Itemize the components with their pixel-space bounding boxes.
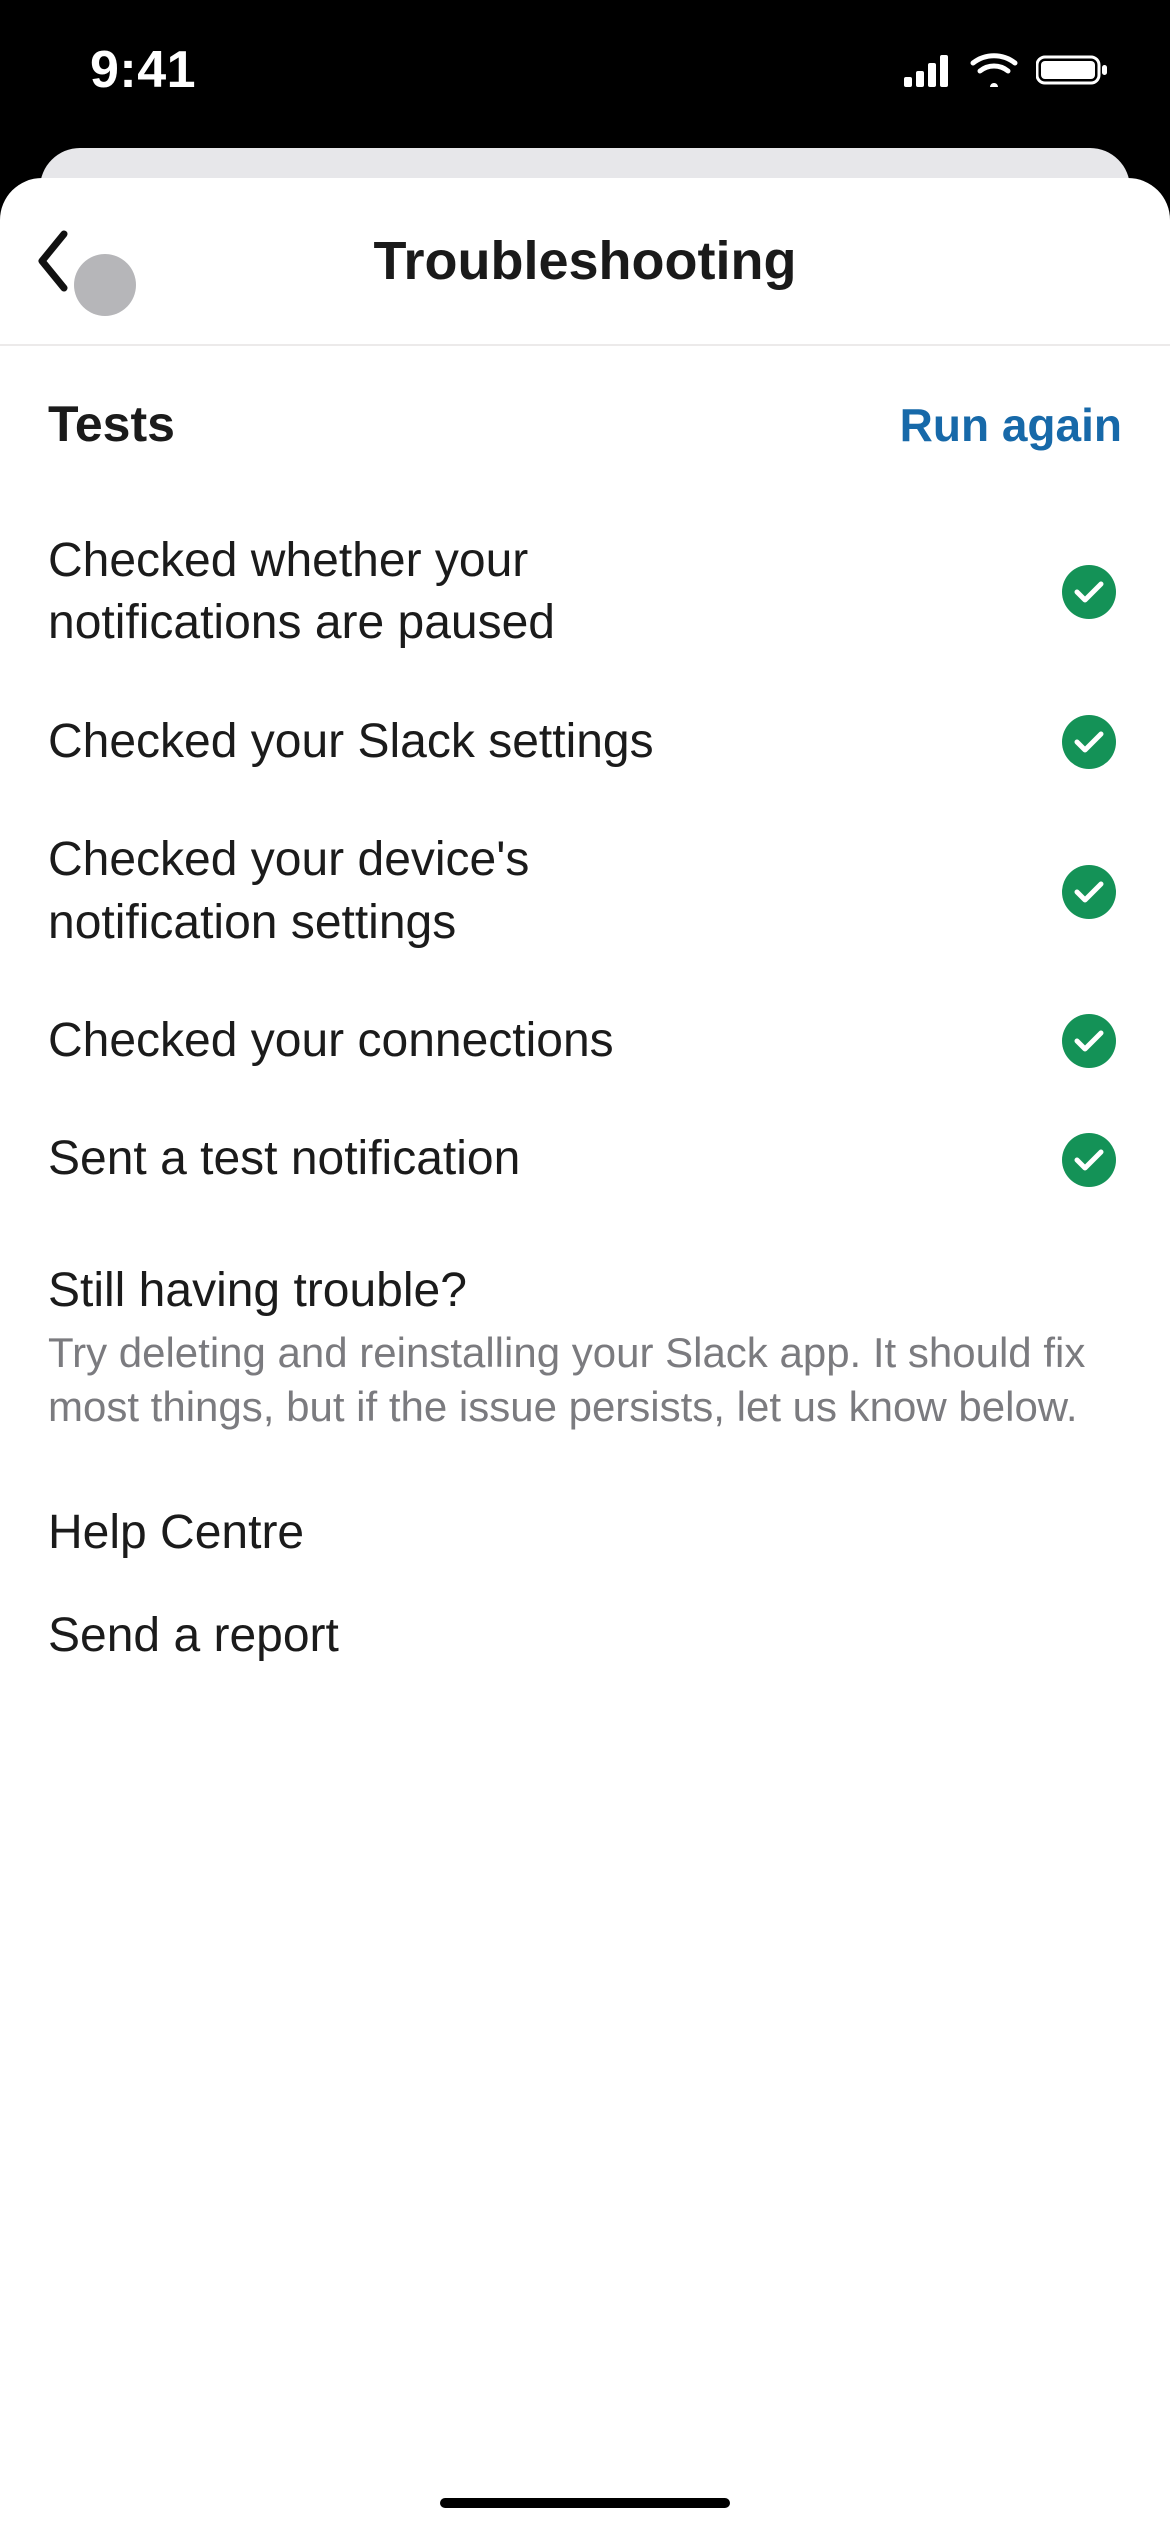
tests-section-header: Tests Run again [48,390,1122,460]
nav-header: Troubleshooting [0,178,1170,346]
battery-icon [1036,53,1110,87]
help-centre-button[interactable]: Help Centre [48,1481,1122,1584]
test-row: Checked your connections [48,984,1122,1102]
back-touch-indicator [74,254,136,316]
test-label: Checked your device's notification setti… [48,829,668,954]
page-title: Troubleshooting [374,230,797,292]
action-list: Help Centre Send a report [48,1481,1122,1687]
test-row: Sent a test notification [48,1102,1122,1220]
chevron-left-icon [34,228,74,294]
tests-list: Checked whether your notifications are p… [48,504,1122,1221]
status-bar: 9:41 [0,0,1170,140]
test-row: Checked whether your notifications are p… [48,504,1122,685]
test-label: Sent a test notification [48,1128,520,1190]
test-label: Checked whether your notifications are p… [48,530,608,655]
back-button[interactable] [34,206,144,316]
sheet: Troubleshooting Tests Run again Checked … [0,178,1170,2532]
status-time: 9:41 [90,40,196,100]
test-row: Checked your Slack settings [48,685,1122,803]
status-icons [904,53,1110,87]
test-label: Checked your Slack settings [48,711,654,773]
send-report-button[interactable]: Send a report [48,1584,1122,1687]
trouble-title: Still having trouble? [48,1263,1122,1318]
cellular-icon [904,53,952,87]
checkmark-icon [1062,715,1116,769]
trouble-block: Still having trouble? Try deleting and r… [48,1263,1122,1435]
test-row: Checked your device's notification setti… [48,803,1122,984]
run-again-button[interactable]: Run again [900,390,1122,460]
checkmark-icon [1062,1133,1116,1187]
test-label: Checked your connections [48,1010,614,1072]
content: Tests Run again Checked whether your not… [0,346,1170,2532]
phone-frame: 9:41 [0,0,1170,2532]
trouble-body: Try deleting and reinstalling your Slack… [48,1326,1122,1435]
tests-section-title: Tests [48,395,175,453]
checkmark-icon [1062,565,1116,619]
checkmark-icon [1062,1014,1116,1068]
checkmark-icon [1062,865,1116,919]
wifi-icon [970,53,1018,87]
home-indicator[interactable] [440,2498,730,2508]
